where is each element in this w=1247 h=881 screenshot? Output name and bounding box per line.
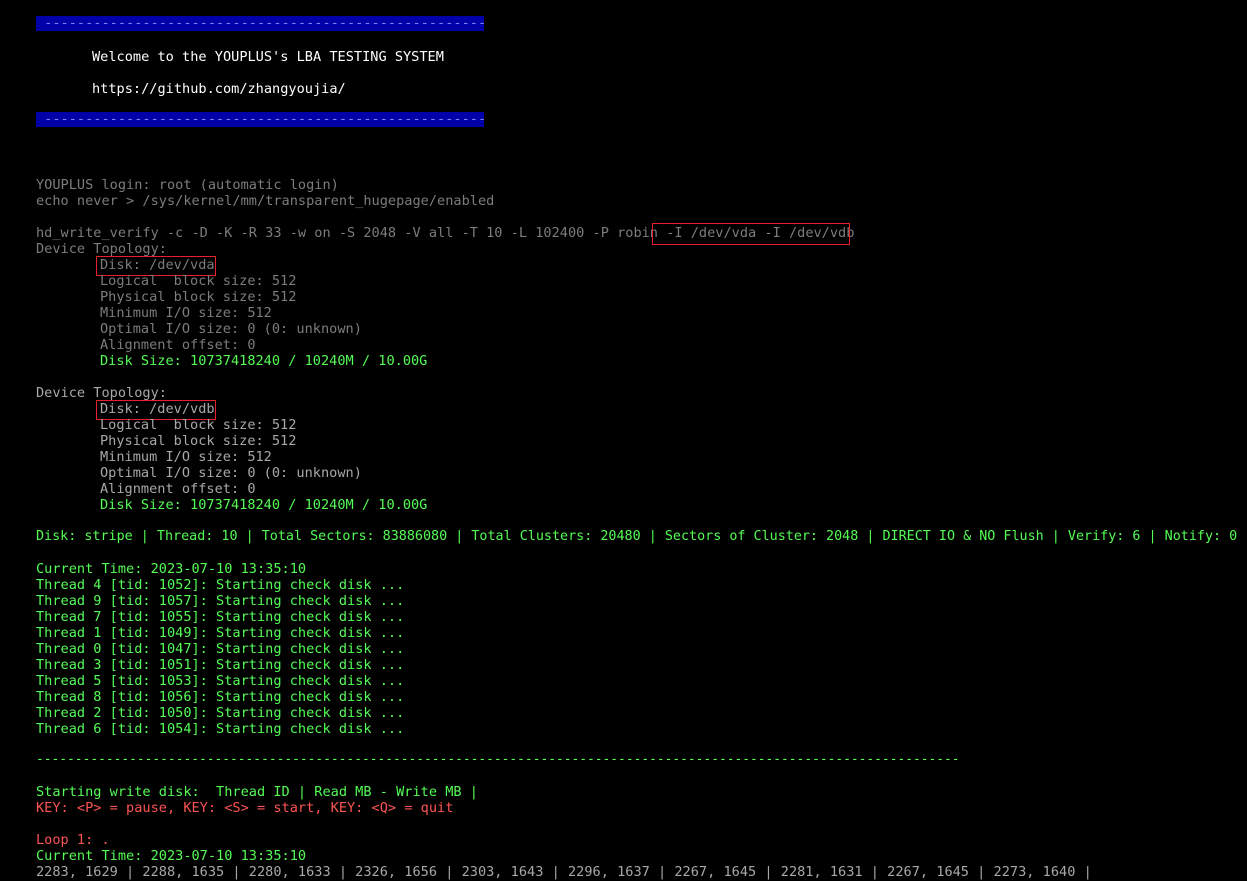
echo-line: echo never > /sys/kernel/mm/transparent_… [36,193,495,209]
thread-line: Thread 0 [tid: 1047]: Starting check dis… [36,641,405,657]
command-prefix: hd_write_verify -c -D -K -R 33 -w on -S … [36,225,667,241]
physical-block-vdb: Physical block size: 512 [100,433,297,449]
github-url: https://github.com/zhangyoujia/ [92,81,346,97]
thread-line: Thread 7 [tid: 1055]: Starting check dis… [36,609,405,625]
logical-block-vdb: Logical block size: 512 [100,417,297,433]
min-io-vda: Minimum I/O size: 512 [100,305,272,321]
min-io-vdb: Minimum I/O size: 512 [100,449,272,465]
thread-line: Thread 3 [tid: 1051]: Starting check dis… [36,657,405,673]
thread-line: Thread 2 [tid: 1050]: Starting check dis… [36,705,405,721]
key-help: KEY: <P> = pause, KEY: <S> = start, KEY:… [36,800,454,816]
write-header: Starting write disk: Thread ID | Read MB… [36,784,478,800]
opt-io-vda: Optimal I/O size: 0 (0: unknown) [100,321,362,337]
logical-block-vda: Logical block size: 512 [100,273,297,289]
disk-size-vdb: Disk Size: 10737418240 / 10240M / 10.00G [100,497,428,513]
align-offset-vda: Alignment offset: 0 [100,337,256,353]
disk-summary: Disk: stripe | Thread: 10 | Total Sector… [36,529,1238,544]
disk-size-vda: Disk Size: 10737418240 / 10240M / 10.00G [100,353,428,369]
loop-label: Loop 1: . [36,832,110,848]
welcome-text: Welcome to the YOUPLUS's LBA TESTING SYS… [92,49,444,65]
thread-line: Thread 5 [tid: 1053]: Starting check dis… [36,673,405,689]
opt-io-vdb: Optimal I/O size: 0 (0: unknown) [100,465,362,481]
physical-block-vda: Physical block size: 512 [100,289,297,305]
devices-highlight-box [652,223,850,245]
login-line: YOUPLUS login: root (automatic login) [36,177,339,193]
thread-line: Thread 8 [tid: 1056]: Starting check dis… [36,689,405,705]
thread-line: Thread 4 [tid: 1052]: Starting check dis… [36,577,405,593]
topology-header-vdb: Device Topology: [36,385,167,401]
current-time-2: Current Time: 2023-07-10 13:35:10 [36,848,307,864]
current-time-1: Current Time: 2023-07-10 13:35:10 [36,561,307,577]
align-offset-vdb: Alignment offset: 0 [100,481,256,497]
banner-bottom-bar: ----------------------------------------… [36,112,484,127]
banner-top-bar: ----------------------------------------… [36,16,484,31]
separator-line: ----------------------------------------… [36,752,960,767]
thread-line: Thread 1 [tid: 1049]: Starting check dis… [36,625,405,641]
thread-line: Thread 9 [tid: 1057]: Starting check dis… [36,593,405,609]
thread-line: Thread 6 [tid: 1054]: Starting check dis… [36,721,405,737]
throughput-line: 2283, 1629 | 2288, 1635 | 2280, 1633 | 2… [36,864,1092,880]
topology-header-vda: Device Topology: [36,241,167,257]
